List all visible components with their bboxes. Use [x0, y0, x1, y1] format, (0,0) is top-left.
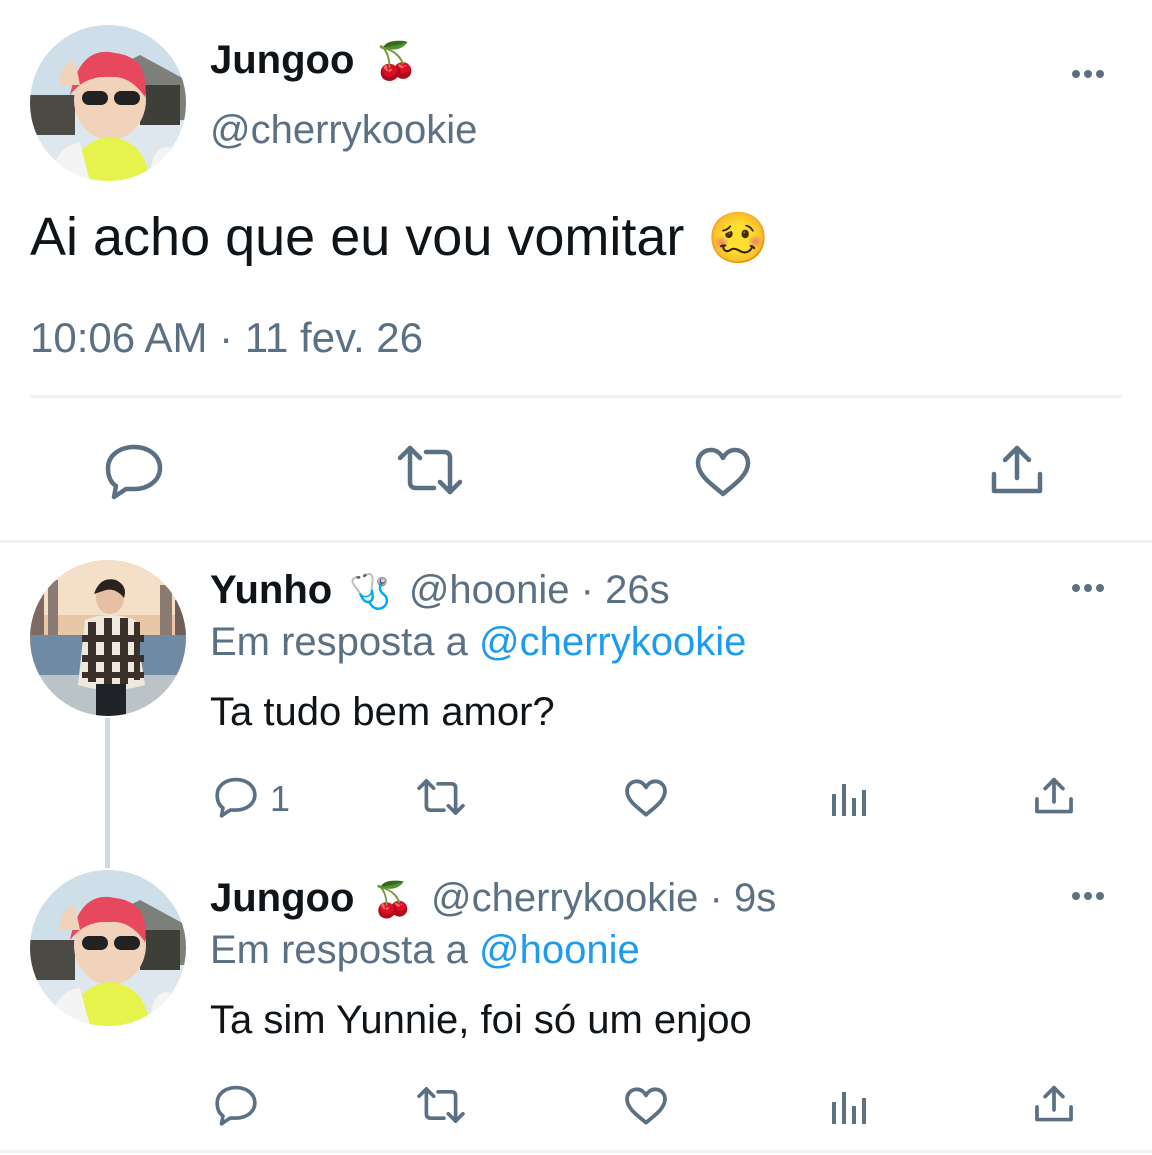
reply-header: Yunho 🩺 @hoonie · 26s: [210, 568, 670, 613]
author-handle[interactable]: @cherrykookie: [210, 108, 477, 153]
tweet-text: Ta sim Yunnie, foi só um enjoo: [210, 998, 752, 1042]
analytics-icon[interactable]: [830, 1088, 870, 1124]
thread-line: [105, 718, 110, 868]
tweet-text: Ai acho que eu vou vomitar 🥴: [30, 207, 770, 267]
author-handle[interactable]: @cherrykookie: [431, 876, 698, 920]
retweet-icon[interactable]: [396, 444, 464, 496]
author-avatar[interactable]: [30, 25, 186, 181]
more-options-icon[interactable]: [1068, 64, 1108, 84]
avatar-photo: [30, 25, 186, 181]
reply-icon[interactable]: [104, 442, 164, 500]
avatar-photo: [30, 560, 186, 716]
tweet-timestamp[interactable]: 10:06 AM · 11 fev. 26: [30, 314, 423, 362]
reply-context: Em resposta a @cherrykookie: [210, 620, 747, 664]
retweet-icon[interactable]: [416, 1086, 466, 1124]
tweet-text: Ta tudo bem amor?: [210, 690, 555, 734]
author-avatar[interactable]: [30, 560, 186, 716]
like-icon[interactable]: [624, 778, 668, 818]
author-handle[interactable]: @hoonie: [409, 568, 570, 612]
reply-time[interactable]: · 26s: [581, 568, 670, 612]
more-options-icon[interactable]: [1068, 578, 1108, 598]
like-icon[interactable]: [624, 1086, 668, 1126]
reply-context: Em resposta a @hoonie: [210, 928, 640, 972]
reply-icon[interactable]: [214, 1084, 258, 1126]
share-icon[interactable]: [1034, 776, 1074, 816]
reply-to-link[interactable]: @cherrykookie: [479, 620, 746, 664]
divider: [30, 395, 1122, 398]
reply-count: 1: [270, 778, 291, 819]
author-name[interactable]: Yunho: [210, 568, 332, 612]
share-icon[interactable]: [1034, 1084, 1074, 1124]
author-name[interactable]: Jungoo 🍒: [210, 38, 418, 83]
analytics-icon[interactable]: [830, 780, 870, 816]
reply-icon[interactable]: [214, 776, 258, 818]
reply-header: Jungoo 🍒 @cherrykookie · 9s: [210, 876, 776, 921]
retweet-icon[interactable]: [416, 778, 466, 816]
stethoscope-icon: 🩺: [349, 573, 392, 611]
like-icon[interactable]: [694, 446, 752, 498]
woozy-face-icon: 🥴: [707, 210, 770, 266]
section-divider: [0, 540, 1152, 543]
cherry-icon: 🍒: [373, 40, 419, 81]
avatar-photo: [30, 870, 186, 1026]
share-icon[interactable]: [990, 444, 1044, 496]
author-avatar[interactable]: [30, 870, 186, 1026]
reply-to-link[interactable]: @hoonie: [479, 928, 640, 972]
reply-time[interactable]: · 9s: [710, 876, 777, 920]
more-options-icon[interactable]: [1068, 886, 1108, 906]
author-name[interactable]: Jungoo: [210, 876, 354, 920]
cherry-icon: 🍒: [371, 881, 414, 919]
bottom-divider: [0, 1150, 1152, 1153]
